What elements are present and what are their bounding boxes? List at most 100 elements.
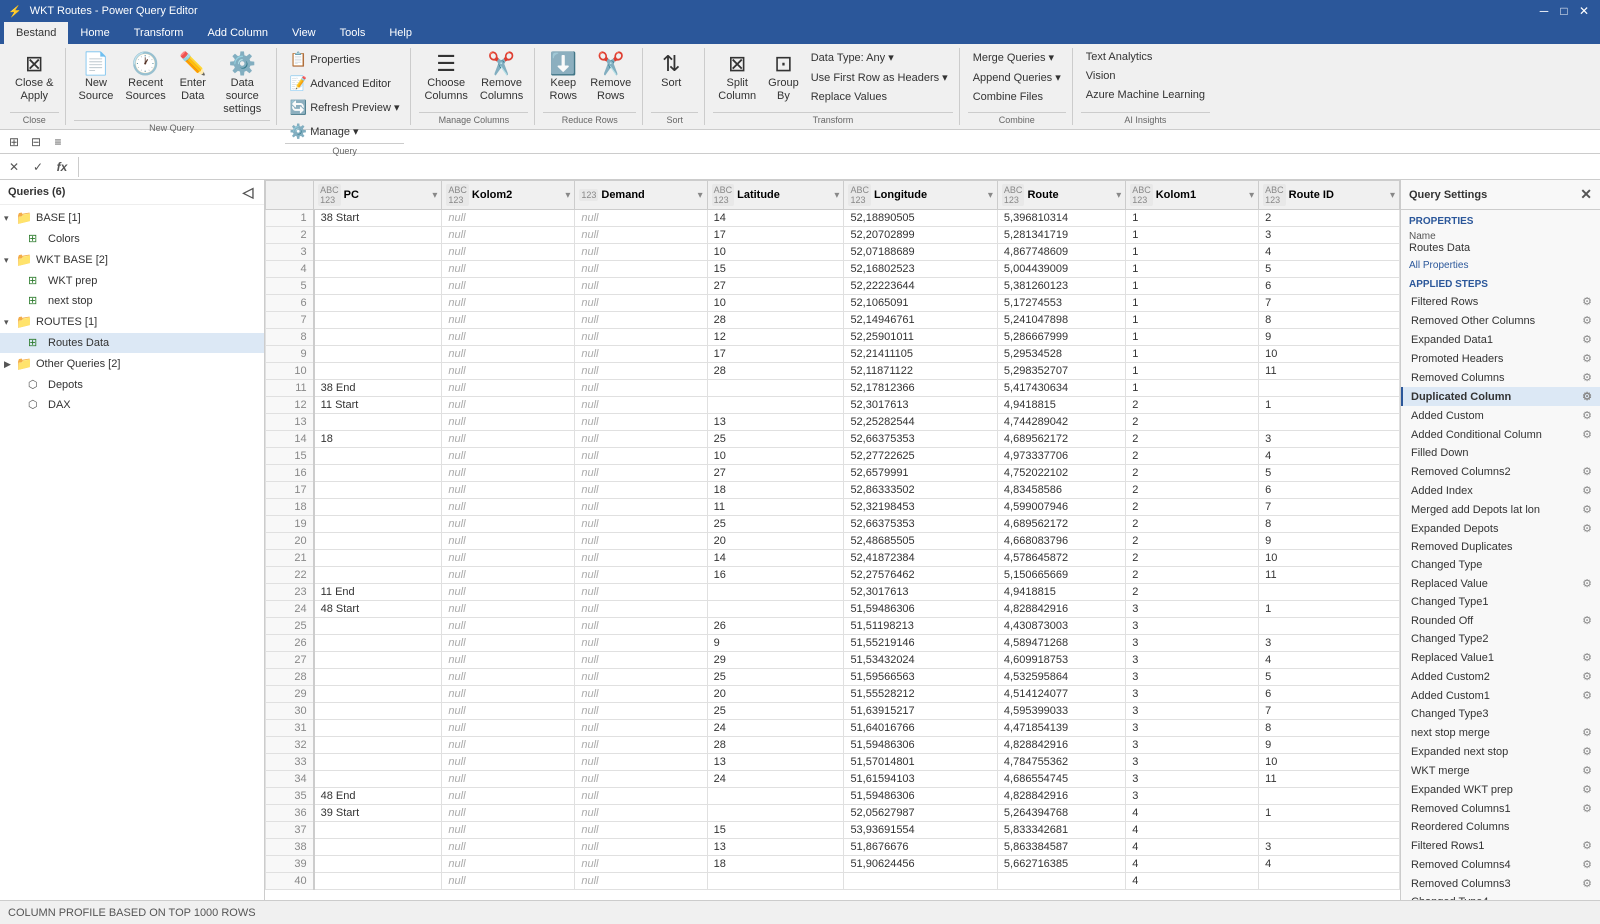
manage-button[interactable]: ⚙️ Manage ▾ bbox=[285, 120, 405, 143]
properties-button[interactable]: 📋 Properties bbox=[285, 48, 405, 71]
step-gear-icon[interactable]: ⚙ bbox=[1582, 295, 1592, 308]
step-gear-icon[interactable]: ⚙ bbox=[1582, 670, 1592, 683]
step-gear-icon[interactable]: ⚙ bbox=[1582, 333, 1592, 346]
tab-transform[interactable]: Transform bbox=[122, 22, 196, 44]
step-item[interactable]: Duplicated Column⚙ bbox=[1401, 387, 1600, 406]
query-item-next-stop[interactable]: ⊞ next stop bbox=[0, 291, 264, 311]
kolom2-filter-icon[interactable]: ▾ bbox=[565, 190, 570, 201]
step-gear-icon[interactable]: ⚙ bbox=[1582, 409, 1592, 422]
step-gear-icon[interactable]: ⚙ bbox=[1582, 503, 1592, 516]
use-first-row-button[interactable]: Use First Row as Headers ▾ bbox=[806, 68, 953, 87]
merge-queries-button[interactable]: Merge Queries ▾ bbox=[968, 48, 1066, 67]
query-item-dax[interactable]: ⬡ DAX bbox=[0, 395, 264, 415]
step-gear-icon[interactable]: ⚙ bbox=[1582, 371, 1592, 384]
col-header-route[interactable]: ABC123 Route ▾ bbox=[997, 181, 1125, 210]
azure-ml-button[interactable]: Azure Machine Learning bbox=[1081, 86, 1210, 104]
query-item-colors[interactable]: ⊞ Colors bbox=[0, 229, 264, 249]
recent-sources-button[interactable]: 🕐 RecentSources bbox=[120, 48, 170, 106]
step-gear-icon[interactable]: ⚙ bbox=[1582, 689, 1592, 702]
tab-bestand[interactable]: Bestand bbox=[4, 22, 68, 44]
query-group-wkt-base-header[interactable]: ▾ 📁 WKT BASE [2] bbox=[0, 249, 264, 271]
formula-fx-button[interactable]: fx bbox=[52, 157, 72, 177]
choose-columns-button[interactable]: ☰ ChooseColumns bbox=[419, 48, 472, 106]
refresh-preview-button[interactable]: 🔄 Refresh Preview ▾ bbox=[285, 96, 405, 119]
step-item[interactable]: Removed Other Columns⚙ bbox=[1401, 311, 1600, 330]
toolbar-btn-2[interactable]: ⊟ bbox=[26, 132, 46, 152]
step-item[interactable]: Expanded Data1⚙ bbox=[1401, 330, 1600, 349]
step-item[interactable]: WKT merge⚙ bbox=[1401, 761, 1600, 780]
demand-filter-icon[interactable]: ▾ bbox=[698, 190, 703, 201]
remove-columns-button[interactable]: ✂️ RemoveColumns bbox=[475, 48, 528, 106]
close-apply-button[interactable]: ⊠ Close &Apply bbox=[10, 48, 59, 106]
replace-values-button[interactable]: Replace Values bbox=[806, 88, 953, 106]
longitude-filter-icon[interactable]: ▾ bbox=[988, 190, 993, 201]
formula-input[interactable]: = Table.DuplicateColumn(#"Removed Column… bbox=[85, 157, 1596, 177]
query-item-routes-data[interactable]: ⊞ Routes Data bbox=[0, 333, 264, 353]
remove-rows-button[interactable]: ✂️ RemoveRows bbox=[585, 48, 636, 106]
tab-tools[interactable]: Tools bbox=[328, 22, 378, 44]
step-gear-icon[interactable]: ⚙ bbox=[1582, 614, 1592, 627]
toolbar-btn-1[interactable]: ⊞ bbox=[4, 132, 24, 152]
split-column-button[interactable]: ⊠ SplitColumn bbox=[713, 48, 761, 106]
step-item[interactable]: Changed Type4 bbox=[1401, 893, 1600, 900]
data-source-settings-button[interactable]: ⚙️ Data sourcesettings bbox=[215, 48, 270, 120]
settings-close-button[interactable]: ✕ bbox=[1580, 186, 1592, 203]
col-header-longitude[interactable]: ABC123 Longitude ▾ bbox=[844, 181, 997, 210]
step-item[interactable]: Replaced Value⚙ bbox=[1401, 574, 1600, 593]
step-gear-icon[interactable]: ⚙ bbox=[1582, 577, 1592, 590]
step-gear-icon[interactable]: ⚙ bbox=[1582, 802, 1592, 815]
step-item[interactable]: Removed Columns3⚙ bbox=[1401, 874, 1600, 893]
step-gear-icon[interactable]: ⚙ bbox=[1582, 428, 1592, 441]
step-item[interactable]: Removed Columns⚙ bbox=[1401, 368, 1600, 387]
step-item[interactable]: Added Custom⚙ bbox=[1401, 406, 1600, 425]
col-header-kolom1[interactable]: ABC123 Kolom1 ▾ bbox=[1126, 181, 1259, 210]
col-header-kolom2[interactable]: ABC123 Kolom2 ▾ bbox=[442, 181, 575, 210]
keep-rows-button[interactable]: ⬇️ KeepRows bbox=[543, 48, 583, 106]
query-group-routes-header[interactable]: ▾ 📁 ROUTES [1] bbox=[0, 311, 264, 333]
toolbar-btn-3[interactable]: ≡ bbox=[48, 132, 68, 152]
enter-data-button[interactable]: ✏️ EnterData bbox=[173, 48, 213, 106]
all-properties-link[interactable]: All Properties bbox=[1401, 258, 1600, 273]
step-item[interactable]: Replaced Value1⚙ bbox=[1401, 648, 1600, 667]
combine-files-button[interactable]: Combine Files bbox=[968, 88, 1066, 106]
step-gear-icon[interactable]: ⚙ bbox=[1582, 877, 1592, 890]
step-item[interactable]: Merged add Depots lat lon⚙ bbox=[1401, 500, 1600, 519]
query-group-base-header[interactable]: ▾ 📁 BASE [1] bbox=[0, 207, 264, 229]
query-item-depots[interactable]: ⬡ Depots bbox=[0, 375, 264, 395]
step-item[interactable]: Changed Type bbox=[1401, 556, 1600, 574]
step-gear-icon[interactable]: ⚙ bbox=[1582, 465, 1592, 478]
step-item[interactable]: Reordered Columns bbox=[1401, 818, 1600, 836]
step-item[interactable]: Changed Type1 bbox=[1401, 593, 1600, 611]
step-item[interactable]: Added Custom2⚙ bbox=[1401, 667, 1600, 686]
tab-add-column[interactable]: Add Column bbox=[195, 22, 280, 44]
formula-accept-button[interactable]: ✓ bbox=[28, 157, 48, 177]
step-item[interactable]: Removed Columns4⚙ bbox=[1401, 855, 1600, 874]
step-item[interactable]: next stop merge⚙ bbox=[1401, 723, 1600, 742]
step-item[interactable]: Added Custom1⚙ bbox=[1401, 686, 1600, 705]
step-gear-icon[interactable]: ⚙ bbox=[1582, 390, 1592, 403]
route-filter-icon[interactable]: ▾ bbox=[1116, 190, 1121, 201]
tab-home[interactable]: Home bbox=[68, 22, 121, 44]
advanced-editor-button[interactable]: 📝 Advanced Editor bbox=[285, 72, 405, 95]
col-header-demand[interactable]: 123 Demand ▾ bbox=[575, 181, 707, 210]
route-id-filter-icon[interactable]: ▾ bbox=[1390, 190, 1395, 201]
step-item[interactable]: Filtered Rows1⚙ bbox=[1401, 836, 1600, 855]
step-item[interactable]: Expanded Depots⚙ bbox=[1401, 519, 1600, 538]
queries-collapse-button[interactable]: ◁ bbox=[240, 184, 256, 200]
text-analytics-button[interactable]: Text Analytics bbox=[1081, 48, 1210, 66]
step-gear-icon[interactable]: ⚙ bbox=[1582, 484, 1592, 497]
latitude-filter-icon[interactable]: ▾ bbox=[834, 190, 839, 201]
kolom1-filter-icon[interactable]: ▾ bbox=[1249, 190, 1254, 201]
new-source-button[interactable]: 📄 NewSource bbox=[74, 48, 119, 106]
step-gear-icon[interactable]: ⚙ bbox=[1582, 352, 1592, 365]
step-item[interactable]: Filtered Rows⚙ bbox=[1401, 292, 1600, 311]
step-gear-icon[interactable]: ⚙ bbox=[1582, 745, 1592, 758]
step-gear-icon[interactable]: ⚙ bbox=[1582, 783, 1592, 796]
append-queries-button[interactable]: Append Queries ▾ bbox=[968, 68, 1066, 87]
step-item[interactable]: Removed Duplicates bbox=[1401, 538, 1600, 556]
step-item[interactable]: Expanded next stop⚙ bbox=[1401, 742, 1600, 761]
step-gear-icon[interactable]: ⚙ bbox=[1582, 839, 1592, 852]
tab-view[interactable]: View bbox=[280, 22, 328, 44]
col-header-pc[interactable]: ABC123 PC ▾ bbox=[314, 181, 442, 210]
maximize-button[interactable]: □ bbox=[1556, 3, 1572, 19]
